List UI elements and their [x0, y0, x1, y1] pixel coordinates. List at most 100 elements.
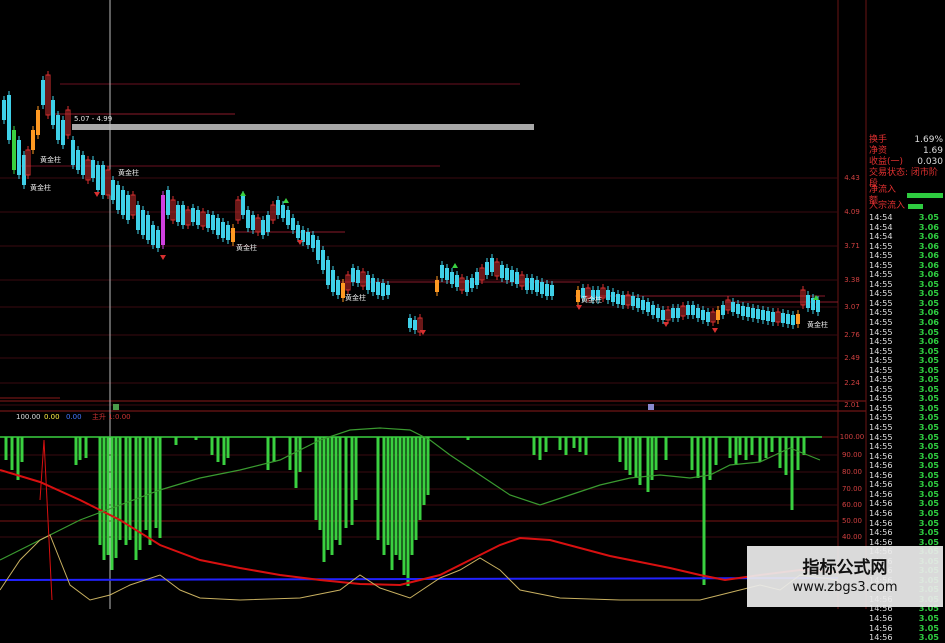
indicator-bar [758, 437, 762, 462]
block-inflow-bar [908, 204, 924, 209]
sell-arrow-icon [160, 255, 166, 260]
indicator-bar [84, 437, 88, 458]
candle-body [490, 258, 494, 272]
candle-body [126, 195, 130, 220]
candle-body [281, 205, 285, 218]
candle-body [56, 115, 60, 140]
indicator-bar [294, 437, 298, 488]
price-axis-label: 2.24 [844, 379, 860, 387]
candle-body [356, 270, 360, 283]
tick-row[interactable]: 14:56 3.05 [866, 622, 945, 634]
indicator-bar [770, 437, 774, 452]
candle-body [111, 180, 115, 200]
indicator-bar [288, 437, 292, 470]
indicator-bar [744, 437, 748, 460]
candle-body [316, 240, 320, 260]
candle-body [246, 210, 250, 228]
candle-body [321, 250, 325, 270]
candle-body [276, 200, 280, 215]
candle-body [545, 284, 549, 296]
candle-body [251, 215, 255, 230]
candle-body [816, 300, 820, 312]
candle-body [381, 283, 385, 296]
indicator-bar [796, 437, 800, 470]
golden-pillar-label: 黄金柱 [345, 293, 366, 302]
candle-body [796, 314, 800, 324]
crosshair-price-label: 5.07 - 4.99 [74, 115, 112, 123]
candle-body [651, 305, 655, 315]
indicator-bar [318, 437, 322, 530]
candle-body [540, 282, 544, 294]
candle-body [91, 160, 95, 178]
candle-body [291, 218, 295, 230]
panel-scroll-handle[interactable] [648, 404, 654, 410]
indicator-axis-label: 60.00 [842, 501, 862, 509]
candle-body [691, 305, 695, 315]
candle-body [408, 318, 412, 328]
tick-time: 14:56 [869, 632, 893, 643]
candle-body [266, 215, 270, 232]
watermark-url: www.zbgs3.com [792, 580, 898, 595]
candle-body [376, 282, 380, 295]
golden-pillar-label: 黄金柱 [30, 183, 51, 192]
tick-row[interactable]: 14:56 3.05 [866, 633, 945, 643]
indicator-bar [194, 437, 198, 440]
golden-pillar-label: 黄金柱 [581, 295, 602, 304]
kline-chart-canvas[interactable]: 4.43 4.09 3.71 3.38 3.07 2.76 2.49 2.24 2.01 5.0… [0, 0, 945, 609]
support-lines [20, 83, 838, 303]
flow-row-net-inflow: 净流入额 [866, 185, 945, 206]
indicator-bar [544, 437, 548, 452]
candle-body [181, 205, 185, 225]
indicator-bar [624, 437, 628, 470]
candle-body [151, 225, 155, 245]
tick-price: 3.05 [918, 622, 939, 633]
candle-body [756, 309, 760, 319]
candle-body [261, 220, 265, 235]
indicator-bar [344, 437, 348, 528]
indicator-bar [98, 437, 102, 545]
candle-body [465, 280, 469, 292]
indicator-header-value-2: 0.00 [44, 413, 60, 421]
candle-body [641, 300, 645, 310]
candle-body [455, 275, 459, 287]
indicator-bar [578, 437, 582, 452]
candle-body [311, 235, 315, 248]
indicator-bar-series [4, 437, 806, 586]
price-axis: 4.43 4.09 3.71 3.38 3.07 2.76 2.49 2.24 2.01 [844, 174, 860, 409]
quote-side-panel: 换手 1.69% 净资 1.69 收益(一) 0.030 交易状态: 闭市阶段 … [866, 135, 945, 642]
golden-pillar-label: 黄金柱 [236, 243, 257, 252]
candle-body [510, 270, 514, 282]
indicator-bar [802, 437, 806, 455]
candle-body [751, 308, 755, 318]
tick-row[interactable]: 14:56 3.05 [866, 612, 945, 624]
candle-body [731, 302, 735, 312]
candle-body [616, 294, 620, 304]
candle-body [413, 320, 417, 330]
indicator-bar [354, 437, 358, 500]
indicator-bar [584, 437, 588, 455]
tick-price: 3.05 [918, 612, 939, 623]
candle-body [2, 100, 6, 120]
indicator-bar [708, 437, 712, 480]
candle-body [576, 290, 580, 302]
candle-body [116, 185, 120, 210]
candle-body [101, 165, 105, 195]
indicator-bar [322, 437, 326, 562]
indicator-bar [402, 437, 406, 575]
price-axis-label: 2.76 [844, 331, 860, 339]
price-axis-label: 2.01 [844, 401, 860, 409]
candle-body [17, 140, 21, 175]
candle-body [241, 195, 245, 215]
indicator-axis-label: 100.00 [840, 433, 865, 441]
indicator-bar [326, 437, 330, 550]
indicator-bar [654, 437, 658, 470]
panel-toggle-icon[interactable] [113, 404, 119, 410]
candle-body [176, 205, 180, 222]
indicator-bar [714, 437, 718, 465]
candle-body [22, 155, 26, 185]
info-row-net-assets: 净资 1.69 [869, 146, 943, 156]
candle-body [161, 195, 165, 245]
indicator-bar [728, 437, 732, 458]
price-grid [0, 177, 838, 406]
candle-body [631, 296, 635, 306]
